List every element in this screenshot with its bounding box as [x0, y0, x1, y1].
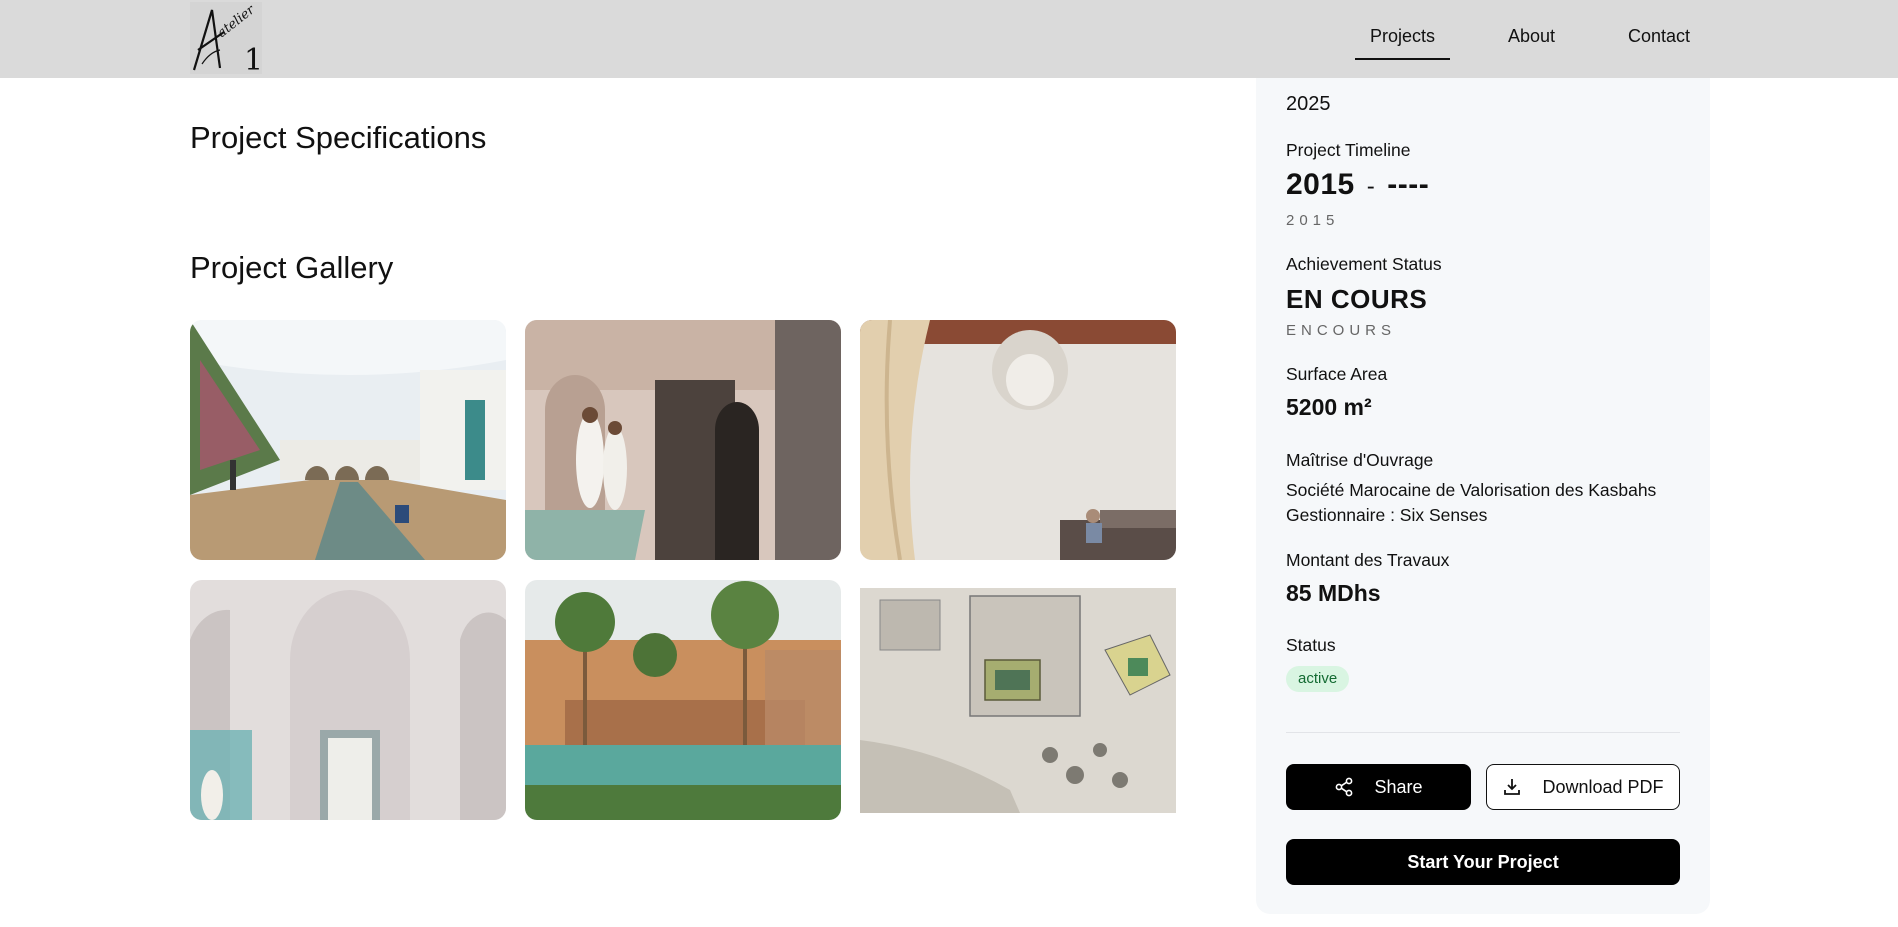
maitrise-line-1: Société Marocaine de Valorisation des Ka… — [1286, 480, 1657, 500]
start-project-button[interactable]: Start Your Project — [1286, 839, 1680, 885]
project-gallery — [190, 320, 1177, 820]
sidebar-divider — [1286, 732, 1680, 733]
download-icon — [1502, 777, 1522, 797]
timeline-sub: 2015 — [1286, 212, 1340, 229]
atelier-logo[interactable]: atelier 1 — [190, 2, 263, 78]
maitrise-line-2: Gestionnaire : Six Senses — [1286, 505, 1488, 525]
gallery-image-lounge[interactable] — [860, 320, 1176, 560]
project-details-sidebar: 2025 Project Timeline 2015- ---- 2015 Ach… — [1256, 78, 1710, 914]
nav-contact[interactable]: Contact — [1628, 26, 1690, 47]
achievement-label: Achievement Status — [1286, 254, 1442, 274]
achievement-value: EN COURS — [1286, 284, 1428, 314]
montant-value: 85 MDhs — [1286, 580, 1381, 606]
status-badge: active — [1286, 666, 1350, 692]
gallery-image-hammam[interactable] — [525, 320, 841, 560]
gallery-image-courtyard-pool[interactable] — [190, 320, 506, 560]
gallery-image-palm-pool[interactable] — [525, 580, 841, 820]
specifications-heading: Project Specifications — [190, 120, 487, 155]
share-label: Share — [1374, 776, 1423, 797]
top-nav-bar: atelier 1 Projects About Contact — [0, 0, 1898, 78]
share-button[interactable]: Share — [1286, 764, 1471, 810]
timeline-dash: - — [1366, 173, 1376, 200]
status-label: Status — [1286, 635, 1336, 655]
montant-label: Montant des Travaux — [1286, 550, 1450, 570]
surface-value: 5200 m² — [1286, 394, 1372, 420]
nav-about[interactable]: About — [1508, 26, 1555, 47]
svg-text:1: 1 — [244, 43, 262, 74]
timeline-range: 2015- ---- — [1286, 168, 1429, 202]
download-pdf-button[interactable]: Download PDF — [1486, 764, 1680, 810]
share-icon — [1334, 777, 1354, 797]
maitrise-label: Maîtrise d'Ouvrage — [1286, 450, 1434, 470]
timeline-end: ---- — [1387, 168, 1430, 201]
gallery-image-site-plan[interactable] — [860, 580, 1176, 820]
gallery-heading: Project Gallery — [190, 250, 394, 285]
surface-label: Surface Area — [1286, 364, 1388, 384]
timeline-label: Project Timeline — [1286, 140, 1411, 160]
gallery-image-arches[interactable] — [190, 580, 506, 820]
achievement-sub: ENCOURS — [1286, 322, 1397, 339]
timeline-start: 2015 — [1286, 168, 1355, 201]
download-pdf-label: Download PDF — [1542, 776, 1664, 797]
project-year: 2025 — [1286, 93, 1331, 115]
nav-projects[interactable]: Projects — [1354, 26, 1451, 60]
